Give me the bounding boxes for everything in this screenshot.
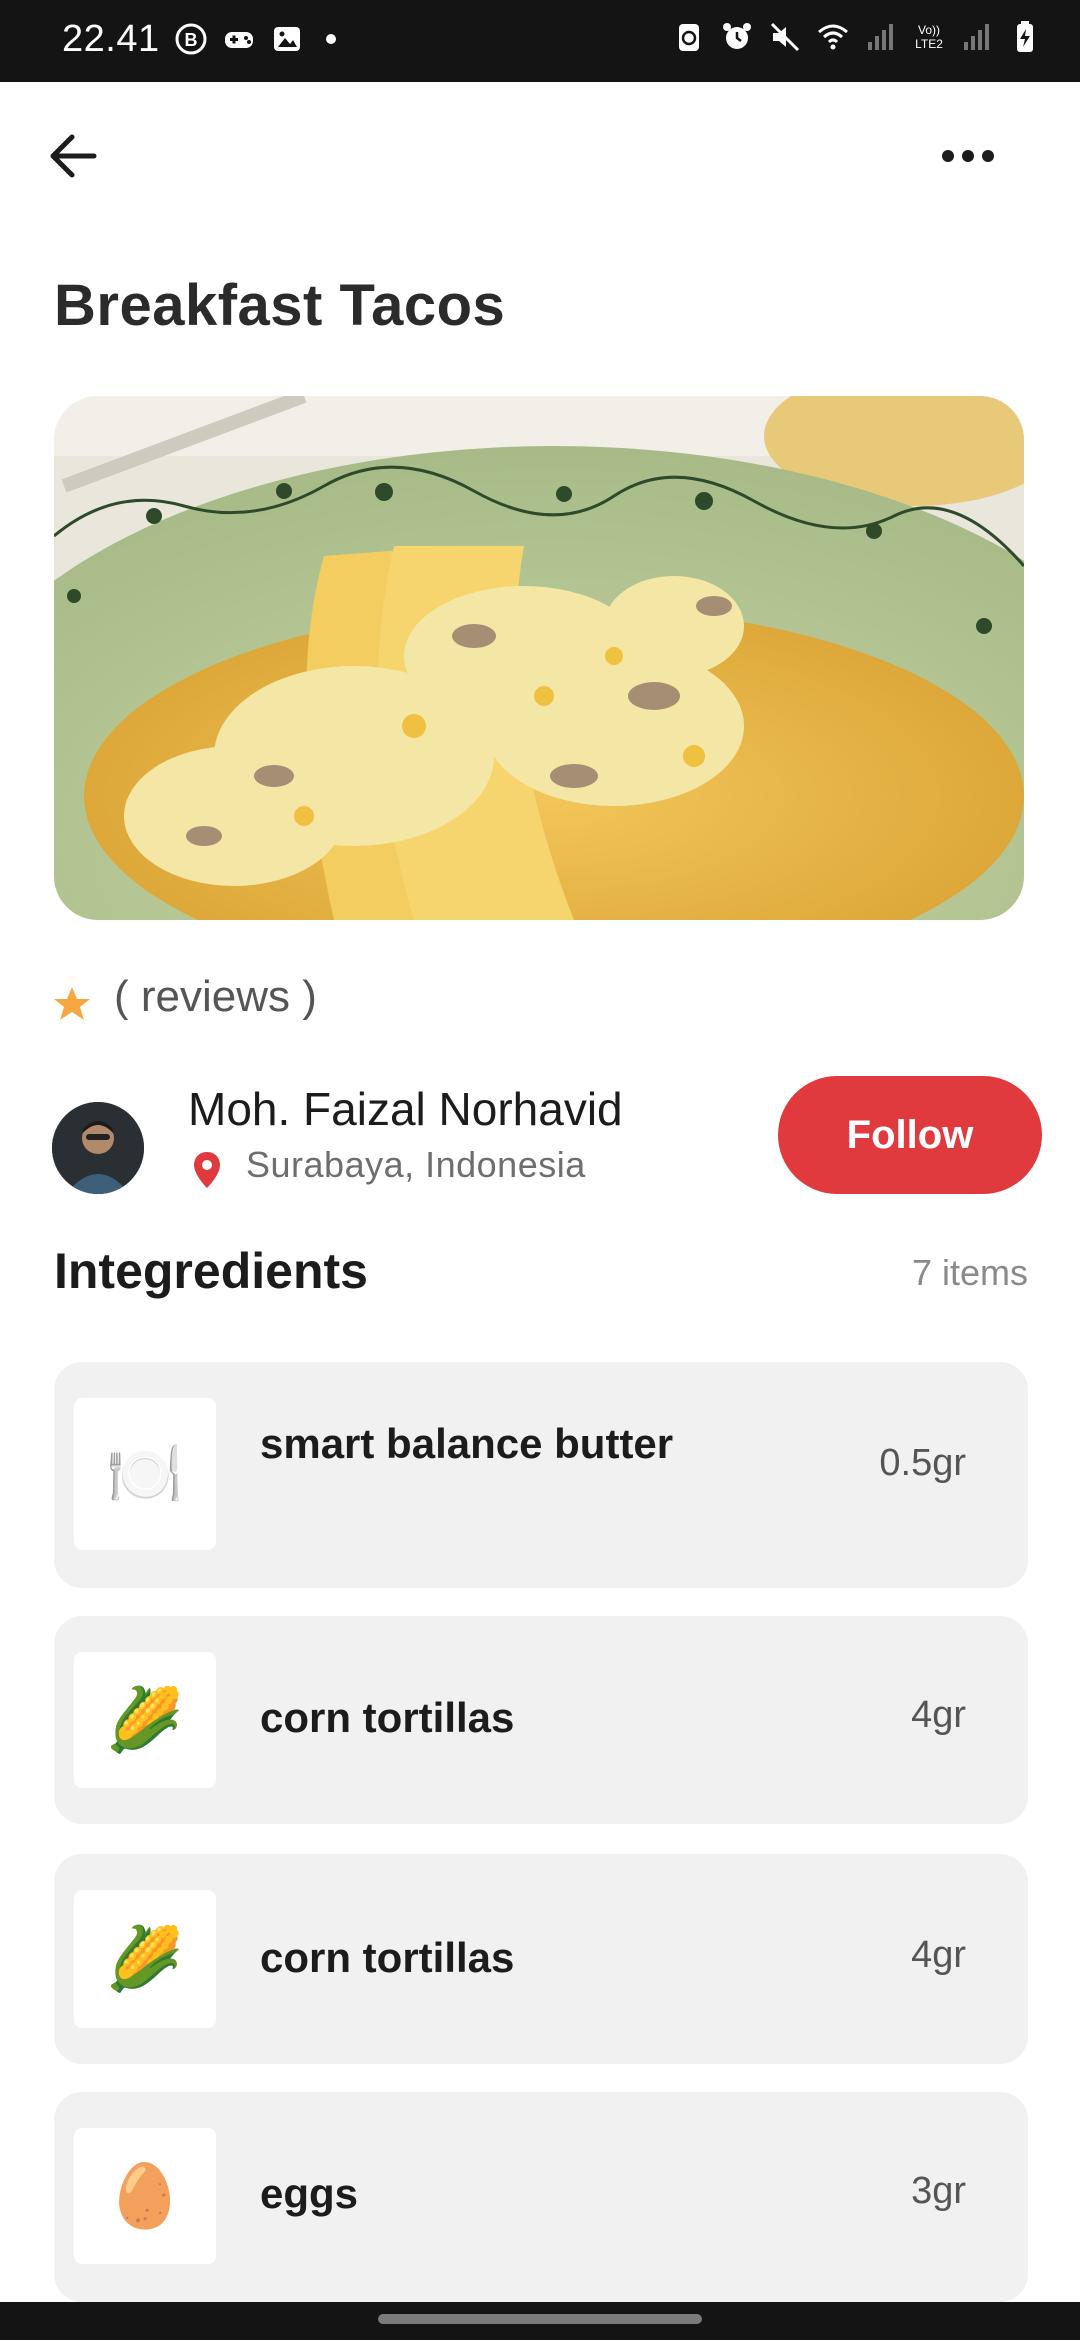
- status-left-icons: B: [174, 22, 336, 56]
- status-bar: 22.41 B Vo)) LTE2: [0, 0, 1080, 82]
- ingredient-name: eggs: [260, 2170, 359, 2217]
- recipe-title: Breakfast Tacos: [54, 273, 506, 338]
- ingredient-name: corn tortillas: [260, 1934, 515, 1981]
- status-time: 22.41: [62, 18, 160, 60]
- ingredient-card[interactable]: 🌽 corn tortillas 4gr: [54, 1616, 1028, 1824]
- wifi-icon: [818, 24, 848, 50]
- battery-icon: [1017, 21, 1033, 52]
- star-icon: [54, 987, 90, 1020]
- reviews-link[interactable]: ( reviews ): [114, 972, 317, 1022]
- rating-row: ( reviews ): [52, 970, 317, 1024]
- recipe-detail-screen: 22.41 B Vo)) LTE2 Breakfast Tacos (revi…: [0, 0, 1080, 2340]
- status-right-icons: Vo)) LTE2: [672, 20, 1042, 54]
- mute-icon: [770, 22, 800, 52]
- alarm-icon: [723, 23, 751, 49]
- more-options-button[interactable]: [938, 134, 998, 174]
- volte-icon: Vo)) LTE2: [915, 23, 943, 51]
- recycle-icon: [679, 24, 699, 51]
- ingredient-qty: 4gr: [911, 1934, 966, 1976]
- ingredient-name: corn tortillas: [260, 1694, 515, 1741]
- ingredient-qty: 3gr: [911, 2170, 966, 2212]
- dot-icon: [326, 34, 336, 44]
- ingredient-card[interactable]: 🍽️ smart balance butter 0.5gr: [54, 1362, 1028, 1588]
- svg-text:Vo)): Vo)): [918, 23, 940, 37]
- follow-button[interactable]: Follow: [778, 1076, 1042, 1194]
- ingredients-count: 7 items: [911, 1252, 1028, 1293]
- egg-icon: 🥚: [74, 2128, 216, 2264]
- corn-icon: 🌽: [74, 1890, 216, 2028]
- arrow-left-icon: [50, 134, 97, 178]
- image-icon: [274, 27, 300, 51]
- avatar[interactable]: [52, 1102, 144, 1194]
- ingredient-qty: 4gr: [911, 1694, 966, 1736]
- signal-icon: [868, 24, 893, 50]
- ingredient-qty: 0.5gr: [879, 1442, 966, 1484]
- signal-icon: [964, 24, 989, 50]
- ingredient-card[interactable]: 🥚 eggs 3gr: [54, 2092, 1028, 2302]
- game-controller-icon: [225, 32, 253, 48]
- back-button[interactable]: [44, 124, 104, 184]
- ingredient-name: smart balance butter: [260, 1420, 674, 1467]
- plate-icon: 🍽️: [74, 1398, 216, 1550]
- home-indicator[interactable]: [378, 2314, 702, 2324]
- svg-text:B: B: [185, 30, 198, 50]
- more-horizontal-icon: [942, 150, 994, 162]
- corn-icon: 🌽: [74, 1652, 216, 1788]
- svg-text:LTE2: LTE2: [915, 37, 943, 51]
- author-name[interactable]: Moh. Faizal Norhavid: [188, 1082, 623, 1136]
- recipe-photo: [54, 396, 1024, 920]
- location-pin-icon: [194, 1152, 220, 1188]
- ingredient-card[interactable]: 🌽 corn tortillas 4gr: [54, 1854, 1028, 2064]
- author-location: Surabaya, Indonesia: [246, 1144, 586, 1185]
- b-circle-icon: B: [175, 23, 207, 55]
- ingredients-title: Integredients: [54, 1243, 368, 1299]
